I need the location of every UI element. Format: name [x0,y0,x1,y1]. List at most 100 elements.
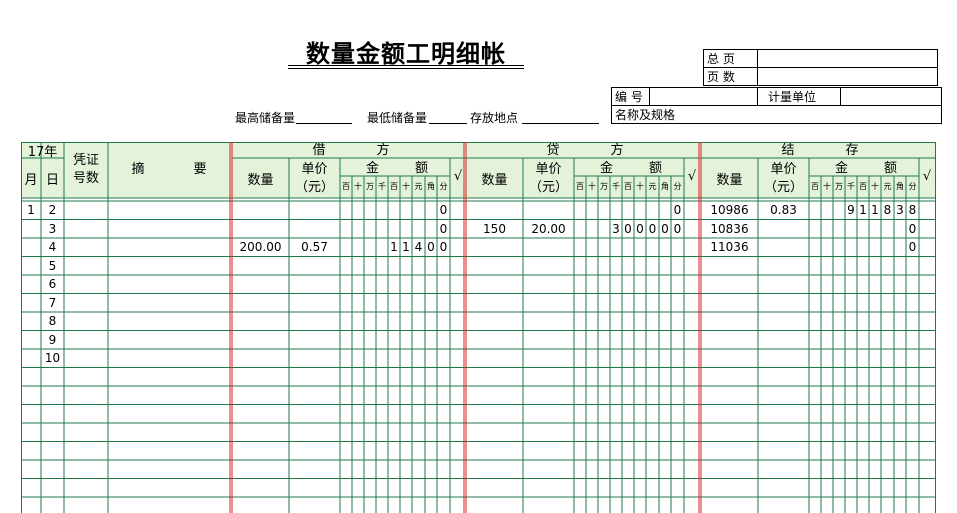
row-day: 3 [48,221,57,236]
digit-unit-label: 百 [576,182,584,191]
credit-amount-digit: 0 [661,221,669,236]
digit-unit-label: 千 [612,182,620,191]
balance-header: 存 [845,143,859,158]
max-stock-label: 最高储备量 [235,111,296,125]
month-header: 月 [24,173,38,188]
price-header: 单价 [301,162,328,177]
digit-unit-label: 十 [402,182,410,191]
row-day: 10 [44,351,61,365]
credit-amount-digit: 3 [612,221,620,236]
summary-header: 摘 [131,162,145,177]
balance-amount-digit: 1 [871,203,879,217]
ledger-table: 17年月日凭证 号数摘要借方数量 单价 （元）金额百十万千百十元角分 √ 贷方数量 单价 （元… [21,142,936,513]
digit-unit-label: 角 [661,182,669,191]
row-day: 5 [48,258,57,273]
amount-header: 金 [599,161,613,176]
row-day: 6 [48,277,57,291]
check-mark-header: √ [687,169,697,184]
row-day: 2 [48,203,57,217]
debit-quantity: 200.00 [239,240,282,254]
max-stock-field[interactable] [296,123,352,124]
page-no-label: 页 数 [703,67,758,86]
balance-quantity: 10836 [710,221,749,236]
digit-unit-label: 万 [835,182,843,191]
balance-amount-digit: 8 [883,203,892,217]
digit-unit-label: 百 [390,182,398,191]
digit-unit-label: 元 [648,182,657,191]
min-stock-field[interactable] [429,123,467,124]
page-info-box: 总 页 页 数 [703,49,938,86]
debit-amount-digit: 4 [414,240,423,254]
digit-unit-label: 十 [354,182,362,191]
check-mark-header: √ [922,169,932,184]
digit-unit-label: 十 [636,182,644,191]
debit-amount-digit: 0 [439,240,448,254]
amount-header: 金 [365,161,379,176]
digit-unit-label: 十 [588,182,596,191]
total-pages-field[interactable] [757,49,938,68]
row-day: 7 [48,295,57,310]
credit-quantity: 150 [483,221,506,236]
debit-amount-digit: 1 [402,240,410,254]
balance-amount-digit: 3 [896,203,904,217]
page-no-field[interactable] [757,67,938,86]
debit-header: 借 [312,143,326,158]
voucher-header: 凭证 [72,153,99,168]
digit-unit-label: 百 [859,182,867,191]
digit-unit-label: 万 [600,182,608,191]
digit-unit-label: 百 [624,182,632,191]
debit-amount-digit: 0 [427,240,435,254]
name-spec-label: 名称及规格 [615,108,676,122]
row-day: 9 [48,332,57,347]
voucher-header: 号数 [72,171,99,186]
balance-header: 结 [781,143,795,158]
digit-unit-label: 分 [908,182,917,191]
digit-unit-label: 十 [871,182,879,191]
balance-amount-digit: 8 [908,203,917,217]
digit-unit-label: 万 [366,182,374,191]
year-header: 17年 [27,145,58,160]
debit-header: 方 [376,143,390,158]
quantity-header: 数量 [716,173,743,188]
price-header: 单价 [535,162,562,177]
credit-amount-digit: 0 [636,221,644,236]
price-header: 单价 [770,162,797,177]
ledger-grid [21,142,936,513]
digit-unit-label: 百 [811,182,819,191]
balance-amount-digit: 1 [859,203,867,217]
debit-amount-digit: 0 [439,221,448,236]
code-field[interactable] [649,87,758,106]
credit-amount-digit: 0 [624,221,632,236]
digit-unit-label: 千 [847,182,855,191]
balance-amount-digit: 0 [908,221,917,236]
total-pages-label: 总 页 [703,49,758,68]
unit-field[interactable] [840,87,942,106]
amount-header: 额 [648,161,662,176]
digit-unit-label: 千 [378,182,386,191]
location-field[interactable] [522,123,599,124]
amount-header: 额 [883,161,897,176]
price-header: （元） [528,180,568,195]
credit-header: 贷 [546,143,560,158]
digit-unit-label: 角 [896,182,904,191]
code-label: 编 号 [611,87,650,106]
price-header: （元） [763,180,803,195]
digit-unit-label: 百 [342,182,350,191]
summary-header: 要 [193,162,207,177]
balance-quantity: 11036 [710,240,749,254]
unit-label: 计量单位 [757,87,841,106]
day-header: 日 [45,173,59,188]
title-underline [288,65,524,66]
title-underline [288,68,524,69]
digit-unit-label: 角 [427,182,435,191]
credit-price: 20.00 [531,221,566,236]
digit-unit-label: 十 [823,182,831,191]
check-mark-header: √ [453,169,463,184]
location-label: 存放地点 [470,111,519,125]
balance-price: 0.83 [770,203,797,217]
price-header: （元） [294,180,334,195]
debit-amount-digit: 1 [390,240,398,254]
digit-unit-label: 元 [883,182,892,191]
row-day: 4 [48,240,57,254]
debit-amount-digit: 0 [439,203,448,217]
